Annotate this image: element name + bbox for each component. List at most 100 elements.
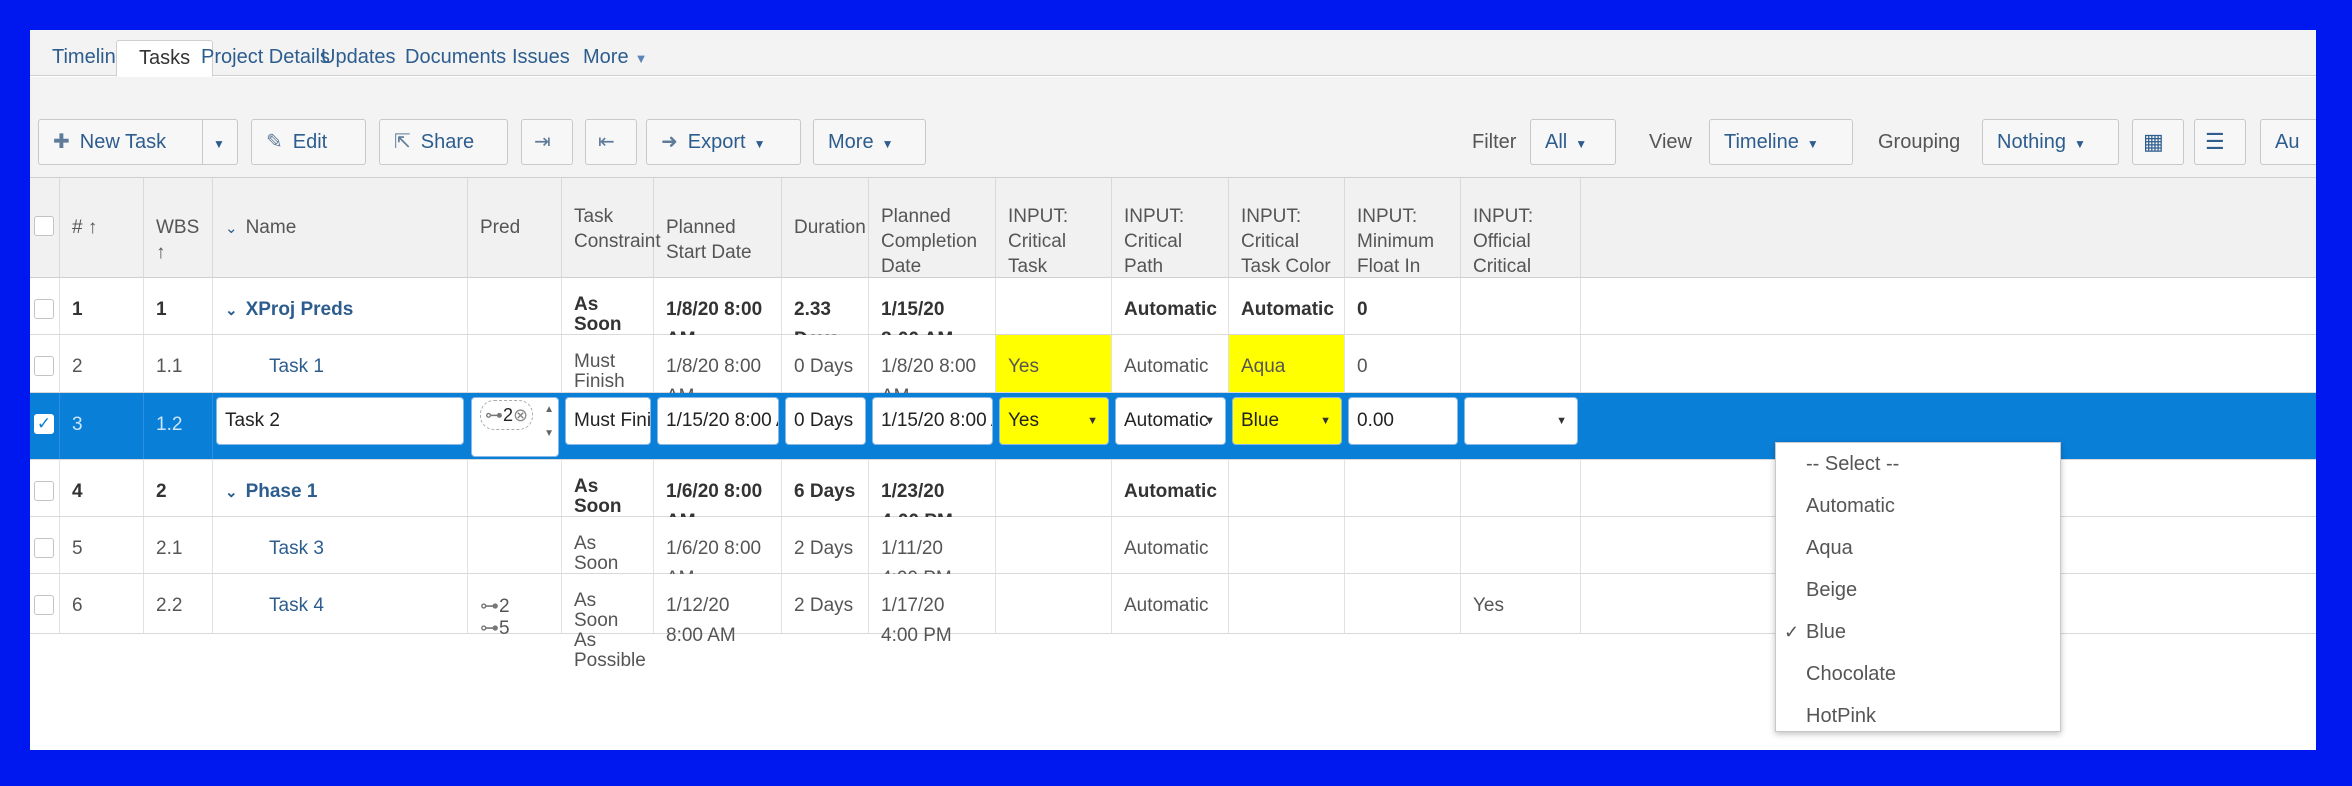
task-name-link[interactable]: XProj Preds xyxy=(246,299,354,320)
task-name-link[interactable]: Task 4 xyxy=(269,595,324,616)
cell-num: 1 xyxy=(60,278,144,334)
grouping-dropdown[interactable]: Nothing ▼ xyxy=(1982,119,2119,165)
new-task-dropdown-button[interactable]: ▼ xyxy=(202,119,238,165)
chevron-down-icon[interactable]: ⌄ xyxy=(225,302,238,319)
col-float[interactable]: INPUT: Minimum Float In Days xyxy=(1345,178,1461,302)
row-checkbox[interactable] xyxy=(34,481,54,501)
share-button[interactable]: ⇱ Share xyxy=(379,119,508,165)
auto-button[interactable]: Au xyxy=(2260,119,2316,165)
col-start[interactable]: Planned Start Date xyxy=(654,178,782,278)
gantt-view-button[interactable]: ☰ xyxy=(2194,119,2246,165)
indent-button[interactable]: ⇥ xyxy=(521,119,573,165)
col-visibility[interactable]: INPUT: Critical Path Visibility xyxy=(1112,178,1229,302)
menu-item-automatic[interactable]: Automatic xyxy=(1776,485,2060,527)
more-button[interactable]: More ▼ xyxy=(813,119,926,165)
col-critical[interactable]: INPUT: Critical Task xyxy=(996,178,1112,278)
task-name-link[interactable]: Task 1 xyxy=(269,356,324,377)
completion-date-input[interactable]: 1/15/20 8:00 AM xyxy=(872,397,993,445)
cell-duration: 2.33 Days xyxy=(782,278,869,350)
predecessor-value: 5 xyxy=(499,618,510,639)
view-dropdown[interactable]: Timeline ▼ xyxy=(1709,119,1853,165)
filter-dropdown[interactable]: All ▼ xyxy=(1530,119,1616,165)
cell-num: 5 xyxy=(60,517,144,573)
menu-item-aqua[interactable]: Aqua xyxy=(1776,527,2060,569)
predecessor-editor[interactable]: ⊶2⊗ ▲ ▼ xyxy=(471,397,559,457)
row-select-cell: ✓ xyxy=(30,393,60,459)
table-row[interactable]: 2 1.1 Task 1 Must Finish On 1/8/20 8:00 … xyxy=(30,335,2316,412)
scroll-arrows-icon[interactable]: ▲ ▼ xyxy=(544,398,554,446)
filter-value: All xyxy=(1545,131,1568,153)
float-input[interactable]: 0.00 xyxy=(1348,397,1458,445)
export-button[interactable]: ➜ Export ▼ xyxy=(646,119,801,165)
cell-float xyxy=(1345,574,1461,633)
col-num[interactable]: # ↑ xyxy=(60,178,144,278)
select-all-checkbox[interactable] xyxy=(34,216,54,236)
cell-name[interactable]: Task 4 xyxy=(213,574,468,633)
task-name-link[interactable]: Phase 1 xyxy=(246,481,318,502)
visibility-value: Automatic xyxy=(1124,410,1209,431)
cell-name[interactable]: ⌄ Phase 1 xyxy=(213,460,468,516)
menu-item-blue[interactable]: ✓ Blue xyxy=(1776,611,2060,653)
grouping-label: Grouping xyxy=(1878,131,1961,153)
color-select[interactable]: Blue ▼ xyxy=(1232,397,1342,445)
row-checkbox[interactable] xyxy=(34,356,54,376)
col-color[interactable]: INPUT: Critical Task Color xyxy=(1229,178,1345,278)
col-official[interactable]: INPUT: Official Critical Task xyxy=(1461,178,1581,302)
col-name-label: Name xyxy=(245,217,297,238)
col-wbs[interactable]: WBS ↑ xyxy=(144,178,213,278)
color-dropdown-menu: -- Select -- Automatic Aqua Beige ✓ Blue … xyxy=(1775,442,2061,732)
table-row[interactable]: 1 1 ⌄ XProj Preds As Soon As Possible 1/8… xyxy=(30,278,2316,375)
menu-item-select[interactable]: -- Select -- xyxy=(1776,443,2060,485)
caret-down-icon: ▼ xyxy=(881,137,894,151)
predecessor-chip[interactable]: ⊶2⊗ xyxy=(480,400,534,430)
cell-critical xyxy=(996,278,1112,334)
checkmark-icon: ✓ xyxy=(1784,622,1800,642)
cell-visibility: Automatic xyxy=(1112,278,1229,334)
cell-official xyxy=(1461,335,1581,392)
filter-label: Filter xyxy=(1472,131,1517,153)
col-name[interactable]: ⌄ Name xyxy=(213,178,468,278)
cell-duration: 2 Days xyxy=(782,574,869,633)
cell-constraint: As Soon As Possible xyxy=(562,517,654,614)
cell-name[interactable]: ⌄ XProj Preds xyxy=(213,278,468,334)
new-task-button[interactable]: ✚ New Task xyxy=(38,119,203,165)
caret-down-icon: ▼ xyxy=(1204,415,1215,427)
cell-wbs: 1.2 xyxy=(144,393,213,459)
cell-num: 6 xyxy=(60,574,144,633)
card-view-button[interactable]: ▦ xyxy=(2132,119,2184,165)
constraint-select[interactable]: Must Finis… xyxy=(565,397,651,445)
col-constraint[interactable]: Task Constraint xyxy=(562,178,661,278)
official-select[interactable]: ▼ xyxy=(1464,397,1578,445)
menu-item-beige[interactable]: Beige xyxy=(1776,569,2060,611)
menu-item-chocolate[interactable]: Chocolate xyxy=(1776,653,2060,695)
row-checkbox[interactable] xyxy=(34,299,54,319)
tab-more[interactable]: More ▼ xyxy=(561,40,669,76)
col-pred[interactable]: Pred xyxy=(468,178,562,278)
cell-name[interactable]: Task 1 xyxy=(213,335,468,392)
outdent-button[interactable]: ⇤ xyxy=(585,119,637,165)
task-name-link[interactable]: Task 3 xyxy=(269,538,324,559)
row-checkbox-checked[interactable]: ✓ xyxy=(34,414,54,434)
cell-visibility: Automatic xyxy=(1112,335,1229,392)
start-date-input[interactable]: 1/15/20 8:00 AM xyxy=(657,397,779,445)
col-duration[interactable]: Duration xyxy=(782,178,869,278)
row-checkbox[interactable] xyxy=(34,595,54,615)
row-checkbox[interactable] xyxy=(34,538,54,558)
menu-item-hotpink[interactable]: HotPink xyxy=(1776,695,2060,737)
col-completion[interactable]: Planned Completion Date xyxy=(869,178,996,278)
menu-item-blue-label: Blue xyxy=(1806,621,1847,643)
critical-task-select[interactable]: Yes ▼ xyxy=(999,397,1109,445)
plus-icon: ✚ xyxy=(53,131,70,153)
cell-completion: 1/17/20 4:00 PM xyxy=(869,574,996,646)
cell-float xyxy=(1345,517,1461,573)
cell-float: 0 xyxy=(1345,278,1461,334)
chevron-down-icon[interactable]: ⌄ xyxy=(225,484,238,501)
cell-completion: 1/15/20 8:00 AM xyxy=(869,278,996,350)
cell-name[interactable]: Task 3 xyxy=(213,517,468,573)
cell-pred xyxy=(468,278,562,334)
remove-icon[interactable]: ⊗ xyxy=(513,405,528,425)
edit-button[interactable]: ✎ Edit xyxy=(251,119,366,165)
visibility-select[interactable]: Automatic ▼ xyxy=(1115,397,1226,445)
duration-input[interactable]: 0 Days xyxy=(785,397,866,445)
task-name-input[interactable]: Task 2 xyxy=(216,397,464,445)
